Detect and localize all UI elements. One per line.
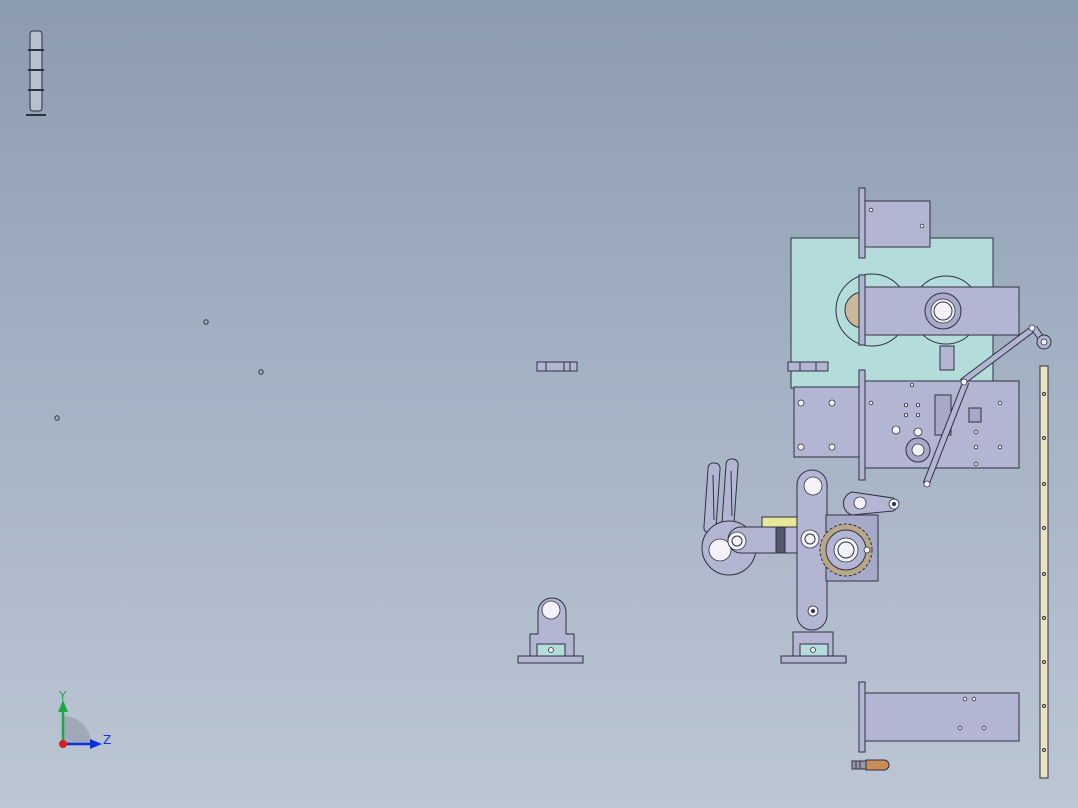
axis-triad-icon: Y Z [58,689,111,749]
cad-model-view[interactable]: Y Z [0,0,1078,808]
pin-part[interactable] [536,361,578,372]
support-bracket-right[interactable] [780,631,847,664]
triad-z-label: Z [103,733,111,747]
vertical-rail[interactable] [1039,365,1049,779]
graphics-viewport[interactable]: Y Z [0,0,1078,808]
support-bracket-left[interactable] [517,597,584,664]
top-plate[interactable] [858,187,931,259]
z-axis-arrow [90,739,102,749]
lower-housing[interactable] [793,369,1020,481]
gripper-fingers[interactable] [701,458,757,576]
spacer-block [761,516,799,528]
bottom-plate[interactable] [858,681,1020,753]
gear-assembly[interactable] [819,514,879,582]
scattered-points [54,319,264,421]
small-lever[interactable] [843,491,900,516]
triad-origin [59,740,67,748]
triad-y-label: Y [58,689,67,703]
screw-part[interactable] [851,759,890,771]
signal-tower-icon [26,30,46,116]
